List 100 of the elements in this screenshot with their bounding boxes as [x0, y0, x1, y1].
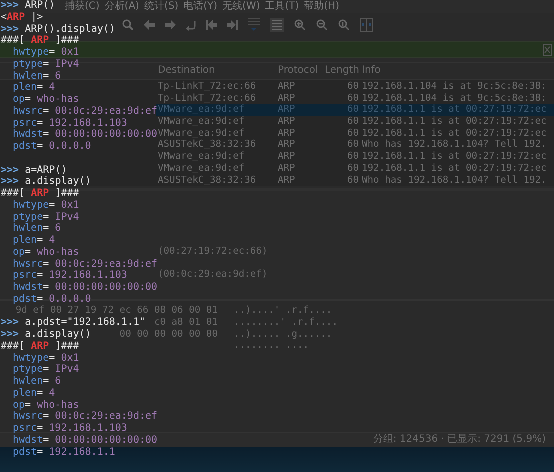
column-header[interactable]: Info [359, 63, 381, 79]
field-line: psrc= 192.168.1.103 [13, 270, 128, 282]
field-line: hwsrc= 00:0c:29:ea:9d:ef [13, 411, 158, 422]
detail-text: (00:0c:29:ea:9d:ef) [158, 269, 268, 280]
table-cell-text: 192.168.1.1 is at 00:27:19:72:ec [361, 116, 547, 128]
table-cell-text: VMware_ea:9d:ef [158, 104, 246, 116]
menu-item[interactable]: 统计(S) [143, 0, 180, 13]
packet-row[interactable]: Tp-LinkT_72:ec:66 ARP 60 192.168.1.104 is at 9c:5c:8e:38: [156, 92, 554, 104]
packet-row[interactable]: VMware_ea:9d:ef ARP 60 192.168.1.1 is at 00:27:19:72:ec [156, 116, 554, 128]
field-line: pdst= 192.168.1.1 [13, 446, 116, 458]
field-line: psrc= 192.168.1.103 [13, 118, 128, 128]
packet-row[interactable]: VMware_ea:9d:ef ARP 60 192.168.1.1 is at 00:27:19:72:ec [156, 151, 554, 163]
table-cell-text: ARP [278, 174, 296, 186]
column-header[interactable]: Protocol [278, 63, 325, 79]
table-cell-text: ARP [278, 104, 296, 116]
menu-item[interactable]: 无线(W) [222, 0, 262, 13]
packet-row[interactable]: ASUSTekC_38:32:36 ARP 60 Who has 192.168.1.104? Tell 192. [156, 174, 554, 186]
table-cell-text: 60 [346, 92, 359, 104]
field-line: op= who-has [13, 94, 80, 105]
field-line: plen= 4 [13, 82, 56, 94]
packet-row[interactable]: VMware_ea:9d:ef ARP 60 192.168.1.1 is at 00:27:19:72:ec [156, 162, 554, 174]
table-cell-text: 192.168.1.1 is at 00:27:19:72:ec [361, 104, 547, 116]
table-cell-text: Tp-LinkT_72:ec:66 [158, 81, 258, 93]
field-line: ptype= IPv4 [13, 212, 80, 222]
field-line: psrc= 192.168.1.103 [13, 423, 128, 434]
prompt-line: >>> a=ARP() [1, 164, 68, 176]
table-cell-text: 60 [346, 139, 359, 152]
table-cell-text: ARP [278, 128, 296, 140]
back-arrow-icon[interactable] [144, 20, 155, 30]
zoom-out-icon[interactable] [316, 19, 328, 31]
table-cell-text: 192.168.1.1 is at 00:27:19:72:ec [361, 151, 547, 163]
packet-row[interactable]: VMware_ea:9d:ef ARP 60 192.168.1.1 is at 00:27:19:72:ec [156, 104, 554, 116]
table-cell-text: 192.168.1.1 is at 00:27:19:72:ec [361, 162, 547, 174]
prompt-line: >>> ARP() [1, 0, 56, 11]
field-line: plen= 4 [13, 235, 56, 246]
table-cell-text: ASUSTekC_38:32:36 [158, 174, 258, 186]
field-line: pdst= 0.0.0.0 [13, 141, 92, 152]
table-cell-text: 60 [346, 81, 359, 93]
field-line: hwdst= 00:00:00:00:00:00 [13, 129, 158, 140]
packet-row[interactable]: VMware_ea:9d:ef ARP 60 192.168.1.1 is at 00:27:19:72:ec [156, 128, 554, 140]
table-cell-text: 60 [346, 162, 359, 174]
menu-item[interactable]: 分析(A) [104, 0, 140, 13]
field-line: hwsrc= 00:0c:29:ea:9d:ef [13, 106, 158, 117]
ascii-bytes: ........ .... [234, 340, 310, 352]
table-cell-text: 60 [346, 116, 359, 128]
table-cell-text: 60 [346, 174, 359, 186]
table-cell-text: Who has 192.168.1.104? Tell 192. [361, 174, 547, 186]
zoom-in-icon[interactable] [294, 19, 306, 31]
last-icon[interactable] [227, 20, 238, 30]
field-line: plen= 4 [13, 388, 56, 399]
search-icon[interactable] [122, 19, 134, 31]
field-line: hwsrc= 00:0c:29:ea:9d:ef [13, 258, 158, 270]
table-cell-text: 60 [346, 104, 359, 116]
prompt-line: >>> a.pdst="192.168.1.1" [1, 317, 146, 328]
menu-item[interactable]: 电话(Y) [182, 0, 219, 13]
table-cell-text: Tp-LinkT_72:ec:66 [158, 92, 258, 104]
zoom-reset-icon[interactable] [338, 19, 350, 31]
field-line: hwtype= 0x1 [13, 200, 80, 211]
table-cell-text: Who has 192.168.1.104? Tell 192. [361, 139, 547, 152]
first-icon[interactable] [206, 20, 217, 30]
field-line: hwtype= 0x1 [13, 47, 80, 58]
close-icon[interactable] [543, 44, 552, 56]
autoscroll-icon[interactable] [248, 18, 260, 32]
column-header[interactable]: Destination [158, 63, 278, 79]
table-cell-text: ARP [278, 116, 296, 128]
packet-row[interactable]: ASUSTekC_38:32:36 ARP 60 Who has 192.168.1.104? Tell 192. [156, 139, 554, 152]
field-line: pdst= 0.0.0.0 [13, 294, 92, 305]
prompt-line: >>> a.display() [1, 329, 92, 340]
prompt-line: >>> ARP().display() [1, 24, 116, 34]
field-line: op= who-has [13, 246, 80, 258]
packet-row[interactable]: Tp-LinkT_72:ec:66 ARP 60 192.168.1.104 is at 9c:5c:8e:38: [156, 81, 554, 93]
resize-columns-icon[interactable] [360, 18, 373, 32]
menu-item[interactable]: 帮助(H) [303, 0, 340, 13]
detail-text: (00:27:19:72:ec:66) [158, 246, 268, 257]
field-line: hwlen= 6 [13, 70, 62, 82]
hex-bytes: c0 a8 01 01 [154, 316, 218, 328]
field-line: hwtype= 0x1 [13, 352, 80, 364]
forward-arrow-icon[interactable] [165, 20, 176, 30]
column-header[interactable]: Length [325, 63, 359, 79]
header-line: ###[ ARP ]### [1, 35, 80, 46]
menu-item[interactable]: 工具(T) [264, 0, 300, 13]
header-line: ###[ ARP ]### [1, 188, 80, 199]
repr-line: <ARP |> [1, 12, 44, 23]
table-cell-text: 192.168.1.104 is at 9c:5c:8e:38: [361, 92, 547, 104]
hex-bytes: 9d ef 00 27 19 72 ec 66 08 06 00 01 [16, 305, 218, 316]
table-cell-text: 60 [346, 151, 359, 163]
table-cell-text: VMware_ea:9d:ef [158, 128, 246, 140]
ascii-bytes: ..)....' .r.f.... [234, 305, 332, 317]
hex-bytes: 00 00 00 00 00 00 [120, 328, 218, 340]
table-cell-text: ARP [278, 92, 296, 104]
jump-icon[interactable] [186, 20, 196, 30]
prompt-line: >>> a.display() [1, 176, 92, 188]
field-line: hwlen= 6 [13, 223, 62, 234]
field-line: hwlen= 6 [13, 376, 62, 387]
lines-icon[interactable] [270, 18, 284, 32]
field-line: op= who-has [13, 400, 80, 410]
table-cell-text: VMware_ea:9d:ef [158, 116, 246, 128]
menu-item[interactable]: 捕获(C) [64, 0, 101, 13]
table-cell-text: 192.168.1.1 is at 00:27:19:72:ec [361, 128, 547, 140]
field-line: hwdst= 00:00:00:00:00:00 [13, 282, 158, 293]
